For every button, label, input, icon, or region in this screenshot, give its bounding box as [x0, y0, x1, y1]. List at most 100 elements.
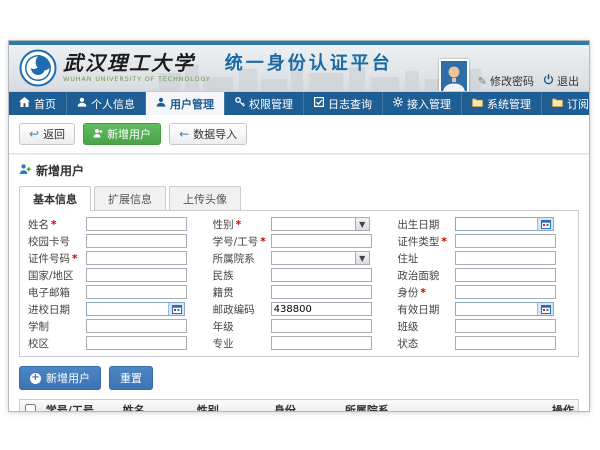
column-header-gender: 性别 — [193, 402, 270, 413]
nav-item-user-management[interactable]: 用户管理 — [146, 92, 225, 115]
form-field: 证件类型* — [391, 234, 576, 248]
tab-upload-avatar[interactable]: 上传头像 — [169, 186, 241, 210]
basic-info-form: 姓名* 性别* ▼ 出生日期 校园卡号 学号/工号* 证件类型* — [19, 210, 579, 357]
form-field: 证件号码* — [22, 251, 207, 265]
platform-title-block: 武汉理工大学 WUHAN UNIVERSITY OF TECHNOLOGY 统一… — [63, 52, 393, 83]
tab-extended-info[interactable]: 扩展信息 — [94, 186, 166, 210]
field-label: 证件号码* — [22, 251, 86, 266]
field-label: 进校日期 — [22, 302, 86, 317]
submit-add-user-button[interactable]: + 新增用户 — [19, 366, 101, 390]
form-field: 邮政编码 — [207, 302, 392, 316]
field-label: 性别* — [207, 217, 271, 232]
entry-date-field[interactable] — [87, 303, 168, 315]
form-field: 学号/工号* — [207, 234, 392, 248]
status-field[interactable] — [455, 336, 556, 350]
nav-item-access-management[interactable]: 接入管理 — [383, 92, 462, 115]
form-tabs: 基本信息 扩展信息 上传头像 — [9, 182, 589, 210]
class-field[interactable] — [455, 319, 556, 333]
chevron-down-icon: ▼ — [355, 252, 369, 264]
add-user-toolbar-button[interactable]: 新增用户 — [83, 123, 161, 145]
student-id-field[interactable] — [271, 234, 372, 248]
import-arrow-icon: ← — [179, 129, 189, 139]
pencil-icon: ✎ — [478, 75, 487, 88]
form-field: 籍贯 — [207, 285, 392, 299]
required-marker: * — [72, 253, 78, 265]
name-field[interactable] — [86, 217, 187, 231]
chevron-down-icon: ▼ — [355, 218, 369, 230]
university-name-en: WUHAN UNIVERSITY OF TECHNOLOGY — [63, 75, 211, 83]
header-user-area: ✎ 修改密码 退出 — [439, 53, 579, 92]
campus-field[interactable] — [86, 336, 187, 350]
section-title: 新增用户 — [36, 162, 84, 179]
user-icon — [156, 97, 166, 110]
form-field: 校园卡号 — [22, 234, 207, 248]
field-label: 校园卡号 — [22, 234, 86, 249]
field-label: 有效日期 — [391, 302, 455, 317]
birth-date-field[interactable] — [456, 218, 537, 230]
field-label: 证件类型* — [391, 234, 455, 249]
form-field: 班级 — [391, 319, 576, 333]
form-field: 政治面貌 — [391, 268, 576, 282]
folder-icon — [552, 97, 563, 110]
form-field: 年级 — [207, 319, 392, 333]
nav-item-system-management[interactable]: 系统管理 — [462, 92, 542, 115]
education-length-field[interactable] — [86, 319, 187, 333]
nav-item-subscription-management[interactable]: 订阅管理 — [542, 92, 590, 115]
valid-date-field[interactable] — [456, 303, 537, 315]
required-marker: * — [441, 236, 447, 248]
add-user-section-icon — [19, 163, 31, 178]
calendar-icon[interactable] — [168, 303, 184, 315]
logout-link[interactable]: 退出 — [543, 73, 579, 89]
address-field[interactable] — [455, 251, 556, 265]
nav-item-home[interactable]: 首页 — [9, 92, 67, 115]
ethnicity-field[interactable] — [271, 268, 372, 282]
field-label: 所属院系 — [207, 251, 271, 266]
identity-field[interactable] — [455, 285, 556, 299]
app-header: 武汉理工大学 WUHAN UNIVERSITY OF TECHNOLOGY 统一… — [9, 45, 589, 92]
field-label: 学制 — [22, 319, 86, 334]
field-label: 民族 — [207, 268, 271, 283]
key-icon — [235, 97, 245, 110]
form-field: 电子邮箱 — [22, 285, 207, 299]
id-number-field[interactable] — [86, 251, 187, 265]
tab-basic-info[interactable]: 基本信息 — [19, 186, 91, 211]
form-field: 民族 — [207, 268, 392, 282]
postal-code-field[interactable] — [271, 302, 372, 316]
id-type-field[interactable] — [455, 234, 556, 248]
section-header: 新增用户 — [9, 154, 589, 182]
political-status-field[interactable] — [455, 268, 556, 282]
nav-item-log-query[interactable]: 日志查询 — [304, 92, 383, 115]
checklist-icon — [314, 97, 324, 110]
native-place-field[interactable] — [271, 285, 372, 299]
form-field: 性别* ▼ — [207, 217, 392, 231]
grade-field[interactable] — [271, 319, 372, 333]
form-field: 住址 — [391, 251, 576, 265]
change-password-link[interactable]: ✎ 修改密码 — [478, 73, 534, 89]
university-name: 武汉理工大学 — [63, 52, 211, 74]
major-field[interactable] — [271, 336, 372, 350]
column-header-actions: 操作 — [548, 402, 578, 413]
email-field[interactable] — [86, 285, 187, 299]
data-import-button[interactable]: ← 数据导入 — [169, 123, 247, 145]
action-toolbar: ↩ 返回 新增用户 ← 数据导入 — [9, 115, 589, 154]
nav-item-personal-info[interactable]: 个人信息 — [67, 92, 146, 115]
campus-card-field[interactable] — [86, 234, 187, 248]
main-nav: 首页 个人信息 用户管理 权限管理 日志查询 接入管理 系统管理 订阅管理 — [9, 92, 589, 115]
calendar-icon[interactable] — [537, 218, 553, 230]
country-region-field[interactable] — [86, 268, 187, 282]
form-field: 学制 — [22, 319, 207, 333]
university-logo — [19, 49, 57, 91]
department-select[interactable]: ▼ — [271, 251, 370, 265]
field-label: 电子邮箱 — [22, 285, 86, 300]
reset-button[interactable]: 重置 — [109, 366, 153, 390]
field-label: 年级 — [207, 319, 271, 334]
calendar-icon[interactable] — [537, 303, 553, 315]
back-button[interactable]: ↩ 返回 — [19, 123, 75, 145]
nav-item-permission-management[interactable]: 权限管理 — [225, 92, 304, 115]
form-field: 姓名* — [22, 217, 207, 231]
field-label: 籍贯 — [207, 285, 271, 300]
select-all-checkbox[interactable] — [25, 404, 36, 412]
gender-select[interactable]: ▼ — [271, 217, 370, 231]
field-label: 邮政编码 — [207, 302, 271, 317]
column-header-identity: 身份 — [270, 402, 341, 413]
